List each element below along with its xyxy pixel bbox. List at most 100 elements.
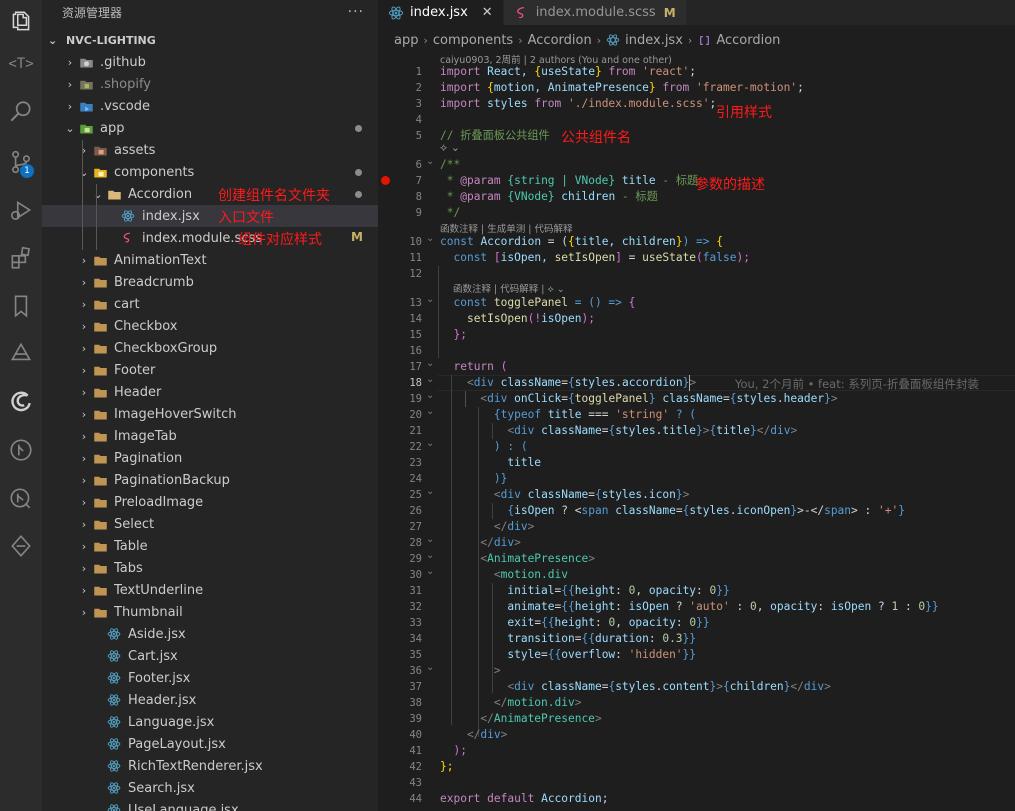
file-item[interactable]: Header.jsx xyxy=(42,689,378,711)
folder-item[interactable]: › Breadcrumb xyxy=(42,271,378,293)
code-token: style xyxy=(507,648,542,661)
file-item[interactable]: Aside.jsx xyxy=(42,623,378,645)
folder-item[interactable]: › CheckboxGroup xyxy=(42,337,378,359)
run-debug-icon[interactable] xyxy=(0,188,42,232)
file-item[interactable]: Footer.jsx xyxy=(42,667,378,689)
folder-item[interactable]: › .github xyxy=(42,51,378,73)
breakpoint-icon[interactable] xyxy=(381,176,390,185)
source-control-icon[interactable]: 1 xyxy=(0,140,42,184)
code-token: }; xyxy=(440,760,454,773)
folder-item[interactable]: › TextUnderline xyxy=(42,579,378,601)
code-token: ? ( xyxy=(669,408,697,421)
code-token: * xyxy=(440,190,461,203)
close-icon[interactable]: ✕ xyxy=(482,5,493,20)
folder-item[interactable]: › Thumbnail xyxy=(42,601,378,623)
code-token: = ( xyxy=(541,235,569,248)
more-actions-icon[interactable]: ··· xyxy=(348,4,364,20)
file-item[interactable]: UseLanguage.jsx xyxy=(42,799,378,811)
chevron-down-icon[interactable]: ⌄ xyxy=(426,532,438,548)
code-token: } xyxy=(824,392,831,405)
file-item[interactable]: Language.jsx xyxy=(42,711,378,733)
explorer-header: 资源管理器 ··· xyxy=(42,0,378,24)
folder-item[interactable]: › .shopify xyxy=(42,73,378,95)
file-item[interactable]: PageLayout.jsx xyxy=(42,733,378,755)
file-label: cart xyxy=(114,296,140,312)
tab-index-jsx[interactable]: index.jsx ✕ xyxy=(378,0,504,25)
folder-item[interactable]: › AnimationText xyxy=(42,249,378,271)
workspace-root[interactable]: ⌄ NVC-LIGHTING xyxy=(42,29,378,51)
code-token: }} xyxy=(696,616,710,629)
code-token: < xyxy=(440,424,515,437)
gitlens-icon[interactable] xyxy=(0,524,42,568)
file-item[interactable]: index.jsx 入口文件 xyxy=(42,205,378,227)
folder-item[interactable]: › assets xyxy=(42,139,378,161)
code-token: className xyxy=(500,376,562,389)
code-token: typeof xyxy=(500,408,542,421)
chevron-down-icon: ⌄ xyxy=(48,33,58,47)
file-label: Cart.jsx xyxy=(128,648,178,664)
extensions-icon[interactable] xyxy=(0,236,42,280)
chevron-down-icon[interactable]: ⌄ xyxy=(426,231,438,247)
breadcrumb-item[interactable]: app xyxy=(394,33,418,48)
search-icon[interactable] xyxy=(0,90,42,134)
chevron-down-icon[interactable]: ⌄ xyxy=(426,404,438,420)
folder-item[interactable]: › Checkbox xyxy=(42,315,378,337)
chevron-down-icon[interactable]: ⌄ xyxy=(426,484,438,500)
chevron-right-icon: › xyxy=(81,385,87,399)
breadcrumb-item[interactable]: components xyxy=(433,33,513,48)
template-tag-icon[interactable]: <T> xyxy=(0,42,42,86)
code-line: exit={{height: 0, opacity: 0}} xyxy=(440,615,710,631)
code-token: = xyxy=(541,648,548,661)
code-line: import React, {useState} from 'react'; xyxy=(440,64,696,80)
file-item[interactable]: index.module.scss 组件对应样式 M xyxy=(42,227,378,249)
breadcrumb-item[interactable]: Accordion xyxy=(528,33,592,48)
remote-icon[interactable] xyxy=(0,476,42,520)
folder-item[interactable]: › ImageTab xyxy=(42,425,378,447)
code-token: './index.module.scss' xyxy=(568,97,710,110)
chevron-down-icon[interactable]: ⌄ xyxy=(426,436,438,452)
code-token: }; xyxy=(440,328,467,341)
ai-assistant-icon[interactable] xyxy=(0,332,42,376)
code-token: } xyxy=(648,392,656,405)
folder-item[interactable]: ⌄ Accordion 创建组件名文件夹 xyxy=(42,183,378,205)
chevron-down-icon[interactable]: ⌄ xyxy=(426,548,438,564)
code-token: opacity xyxy=(648,584,697,597)
file-item[interactable]: Search.jsx xyxy=(42,777,378,799)
chevron-down-icon[interactable]: ⌄ xyxy=(426,356,438,372)
folder-item[interactable]: ⌄ app xyxy=(42,117,378,139)
code-token: isOpen xyxy=(541,312,582,325)
chevron-down-icon[interactable]: ⌄ xyxy=(426,292,438,308)
folder-item[interactable]: › ImageHoverSwitch xyxy=(42,403,378,425)
code-token: setIsOpen xyxy=(466,312,528,325)
chevron-down-icon[interactable]: ⌄ xyxy=(426,372,438,388)
git-graph-icon[interactable] xyxy=(0,428,42,472)
bookmark-icon[interactable] xyxy=(0,284,42,328)
file-item[interactable]: RichTextRenderer.jsx xyxy=(42,755,378,777)
chevron-down-icon[interactable]: ⌄ xyxy=(426,154,438,170)
folder-item[interactable]: › Table xyxy=(42,535,378,557)
folder-item[interactable]: › Pagination xyxy=(42,447,378,469)
chevron-down-icon[interactable]: ⌄ xyxy=(426,388,438,404)
tab-index-module-scss[interactable]: index.module.scss M xyxy=(503,0,687,25)
folder-item[interactable]: › PaginationBackup xyxy=(42,469,378,491)
folder-item[interactable]: › Footer xyxy=(42,359,378,381)
breadcrumb-item[interactable]: Accordion xyxy=(716,33,780,48)
breadcrumb-item[interactable]: index.jsx xyxy=(625,33,683,48)
chevron-down-icon[interactable]: ⌄ xyxy=(426,564,438,580)
code-line: const [isOpen, setIsOpen] = useState(fal… xyxy=(440,250,749,266)
code-token: , xyxy=(756,600,771,613)
folder-item[interactable]: › cart xyxy=(42,293,378,315)
folder-item[interactable]: › .vscode xyxy=(42,95,378,117)
folder-item[interactable]: › Select xyxy=(42,513,378,535)
folder-icon xyxy=(78,76,94,92)
folder-item[interactable]: › Tabs xyxy=(42,557,378,579)
chevron-down-icon[interactable]: ⌄ xyxy=(426,660,438,676)
folder-item[interactable]: › Header xyxy=(42,381,378,403)
code-line: <AnimatePresence> xyxy=(440,551,595,567)
folder-item[interactable]: ⌄ components xyxy=(42,161,378,183)
edge-browser-icon[interactable] xyxy=(0,380,42,424)
file-item[interactable]: Cart.jsx xyxy=(42,645,378,667)
folder-item[interactable]: › PreloadImage xyxy=(42,491,378,513)
explorer-icon[interactable] xyxy=(0,0,42,44)
